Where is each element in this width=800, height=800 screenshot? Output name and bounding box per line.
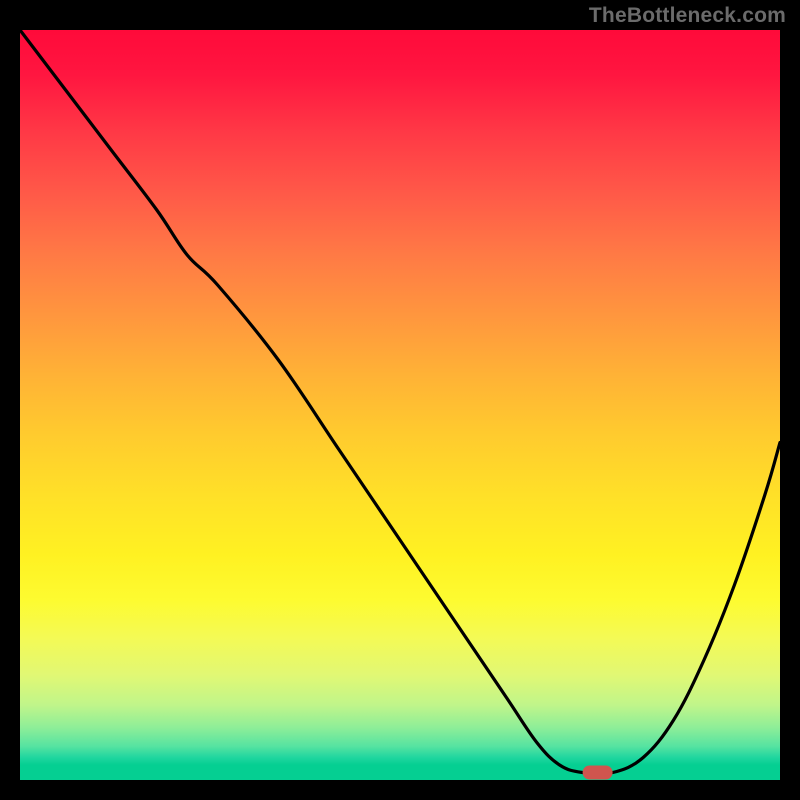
bottleneck-curve [20, 30, 780, 774]
watermark-text: TheBottleneck.com [589, 4, 786, 28]
plot-area [20, 30, 780, 780]
curve-layer [20, 30, 780, 780]
chart-container: TheBottleneck.com [0, 0, 800, 800]
optimum-marker [583, 766, 613, 780]
